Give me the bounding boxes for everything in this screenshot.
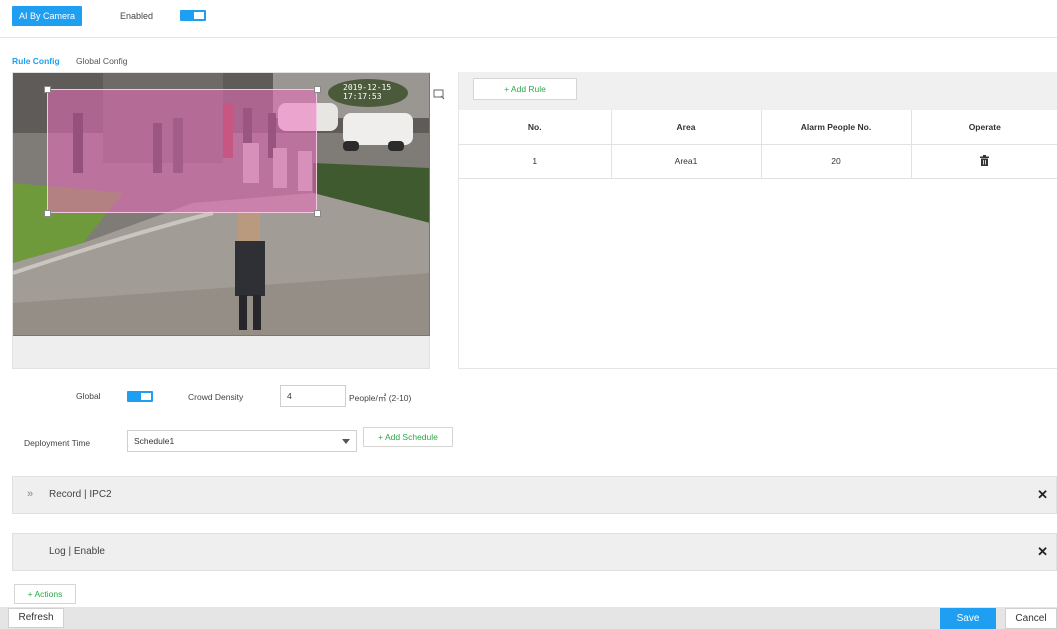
crowd-density-unit: People/㎡ (2-10) [349, 393, 412, 403]
cancel-button[interactable]: Cancel [1005, 608, 1057, 629]
cell-no: 1 [459, 144, 612, 179]
table-header-row: No. Area Alarm People No. Operate [459, 110, 1057, 145]
video-preview-panel: 2019-12-15 17:17:53 [12, 72, 430, 369]
column-header-operate: Operate [911, 110, 1057, 145]
refresh-button[interactable]: Refresh [8, 608, 64, 628]
enabled-toggle[interactable] [180, 10, 206, 21]
rule-area-overlay[interactable] [47, 89, 317, 213]
chevron-down-icon [342, 439, 350, 444]
rule-table: No. Area Alarm People No. Operate 1 Area… [459, 110, 1057, 179]
toggle-knob [141, 393, 151, 400]
close-icon[interactable]: ✕ [1037, 487, 1048, 503]
resize-handle-bottom-left[interactable] [44, 210, 51, 217]
draw-area-icon[interactable] [433, 88, 445, 100]
trash-icon[interactable] [980, 154, 990, 166]
top-bar: AI By Camera Enabled [0, 0, 1057, 38]
enabled-label: Enabled [120, 11, 154, 21]
log-action-title: Log | Enable [49, 546, 105, 557]
tab-rule-config[interactable]: Rule Config [12, 56, 60, 66]
column-header-no: No. [459, 110, 612, 145]
log-action-row[interactable]: Log | Enable ✕ [12, 533, 1057, 571]
table-row[interactable]: 1 Area1 20 [459, 144, 1057, 179]
tab-global-config[interactable]: Global Config [76, 56, 128, 66]
cell-alarm-people: 20 [761, 144, 912, 179]
column-header-area: Area [611, 110, 762, 145]
add-actions-button[interactable]: + Actions [14, 584, 76, 604]
save-button[interactable]: Save [940, 608, 996, 629]
expand-icon[interactable]: » [27, 488, 33, 500]
bottom-bar: Refresh Save Cancel [0, 607, 1057, 629]
column-header-alarm-people: Alarm People No. [761, 110, 912, 145]
toggle-knob [194, 12, 204, 19]
osd-timestamp: 2019-12-15 17:17:53 [343, 83, 392, 101]
schedule-select[interactable]: Schedule1 [127, 430, 357, 452]
global-label: Global [76, 391, 101, 401]
record-action-title: Record | IPC2 [49, 489, 112, 500]
add-rule-button[interactable]: + Add Rule [473, 78, 577, 100]
cell-area: Area1 [611, 144, 762, 179]
resize-handle-bottom-right[interactable] [314, 210, 321, 217]
global-toggle[interactable] [127, 391, 153, 402]
rule-table-panel: + Add Rule No. Area Alarm People No. Ope… [458, 72, 1057, 369]
schedule-select-value: Schedule1 [134, 436, 175, 446]
resize-handle-top-left[interactable] [44, 86, 51, 93]
close-icon[interactable]: ✕ [1037, 544, 1048, 560]
camera-video[interactable]: 2019-12-15 17:17:53 [13, 73, 430, 336]
resize-handle-top-right[interactable] [314, 86, 321, 93]
rule-toolbar: + Add Rule [459, 72, 1057, 110]
deployment-time-label: Deployment Time [24, 438, 91, 448]
crowd-density-label: Crowd Density [188, 392, 244, 402]
record-action-row[interactable]: » Record | IPC2 ✕ [12, 476, 1057, 514]
cell-operate [911, 144, 1057, 179]
crowd-density-input[interactable]: 4 [280, 385, 346, 407]
ai-by-camera-button[interactable]: AI By Camera [12, 6, 82, 26]
add-schedule-button[interactable]: + Add Schedule [363, 427, 453, 447]
